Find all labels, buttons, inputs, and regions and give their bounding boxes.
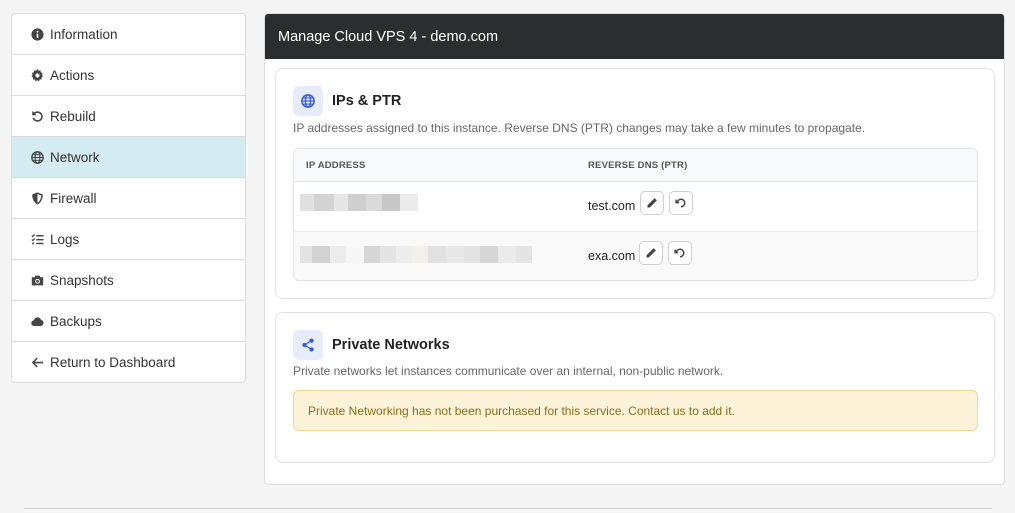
globe-icon [30, 150, 44, 164]
ptr-value: exa.com [588, 249, 636, 263]
main-panel: Manage Cloud VPS 4 - demo.com IPs & PTR … [264, 13, 1005, 485]
sidebar-item-label: Snapshots [50, 272, 114, 288]
card-header: Private Networks [293, 330, 450, 360]
reset-ptr-button[interactable] [668, 241, 692, 265]
sidebar-item-label: Actions [50, 67, 95, 83]
sidebar-item-logs[interactable]: Logs [12, 219, 245, 260]
arrow-left-icon [30, 355, 44, 369]
sidebar-item-return-to-dashboard[interactable]: Return to Dashboard [12, 342, 245, 382]
sidebar-item-label: Information [50, 26, 118, 42]
cloud-icon [30, 314, 44, 328]
sidebar-nav: Information Actions Rebuild Network Fire… [11, 13, 246, 383]
sidebar-item-backups[interactable]: Backups [12, 301, 245, 342]
ip-address-redacted [300, 194, 418, 211]
sidebar-item-firewall[interactable]: Firewall [12, 178, 245, 219]
ip-table: IP ADDRESS REVERSE DNS (PTR) test.com ex… [293, 148, 978, 281]
sidebar-item-label: Network [50, 149, 100, 165]
edit-ptr-button[interactable] [640, 191, 664, 215]
sidebar-item-label: Firewall [50, 190, 97, 206]
card-description: Private networks let instances communica… [293, 364, 724, 378]
info-circle-icon [30, 27, 44, 41]
undo-icon [675, 198, 686, 208]
column-header-ip: IP ADDRESS [306, 160, 366, 171]
sidebar-item-snapshots[interactable]: Snapshots [12, 260, 245, 301]
gear-icon [30, 68, 44, 82]
private-networks-card: Private Networks Private networks let in… [275, 312, 995, 463]
undo-icon [30, 109, 44, 123]
sidebar-item-rebuild[interactable]: Rebuild [12, 96, 245, 137]
undo-icon [674, 248, 685, 258]
column-header-ptr: REVERSE DNS (PTR) [588, 160, 688, 171]
sidebar-item-actions[interactable]: Actions [12, 55, 245, 96]
card-title: Private Networks [332, 337, 450, 353]
sidebar-item-label: Return to Dashboard [50, 354, 176, 370]
sidebar-item-label: Logs [50, 231, 80, 247]
edit-ptr-button[interactable] [639, 241, 663, 265]
sidebar-item-information[interactable]: Information [12, 14, 245, 55]
card-description: IP addresses assigned to this instance. … [293, 121, 866, 135]
shield-icon [30, 191, 44, 205]
table-row: test.com [294, 182, 977, 232]
card-title: IPs & PTR [332, 93, 402, 109]
table-header: IP ADDRESS REVERSE DNS (PTR) [294, 149, 977, 182]
pencil-icon [647, 198, 657, 208]
sidebar-item-label: Rebuild [50, 108, 96, 124]
list-check-icon [30, 232, 44, 246]
reset-ptr-button[interactable] [669, 191, 693, 215]
globe-icon [293, 86, 323, 116]
page-title: Manage Cloud VPS 4 - demo.com [265, 14, 1004, 59]
card-header: IPs & PTR [293, 86, 401, 116]
ips-ptr-card: IPs & PTR IP addresses assigned to this … [275, 68, 995, 299]
warning-alert: Private Networking has not been purchase… [293, 390, 978, 431]
footer-divider [24, 508, 992, 509]
sidebar-item-network[interactable]: Network [12, 137, 245, 178]
ip-address-redacted [300, 246, 532, 263]
pencil-icon [646, 248, 656, 258]
ptr-value: test.com [588, 199, 636, 213]
camera-icon [30, 273, 44, 287]
share-nodes-icon [293, 330, 323, 360]
sidebar-item-label: Backups [50, 313, 102, 329]
table-row: exa.com [294, 232, 977, 280]
